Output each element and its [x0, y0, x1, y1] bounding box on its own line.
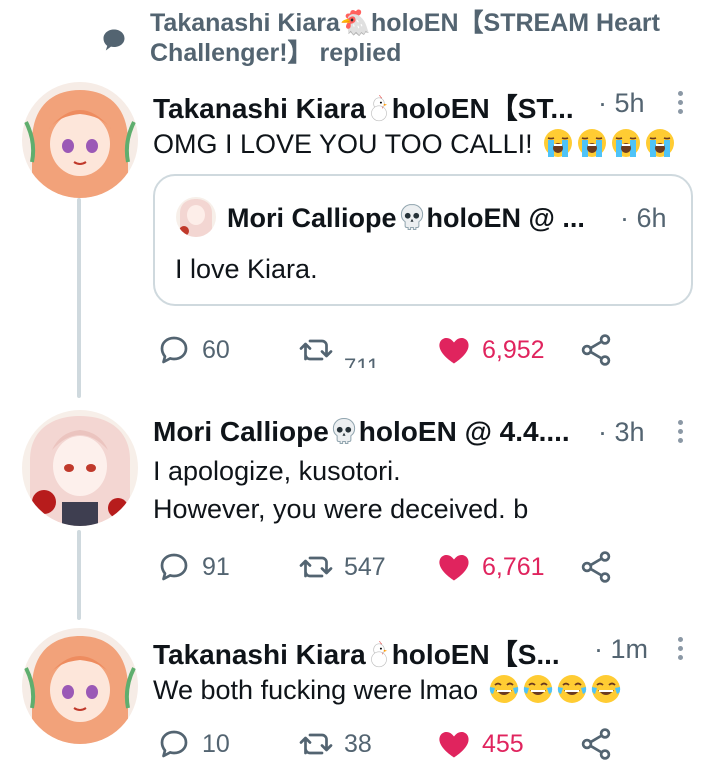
reply-icon: [156, 549, 192, 585]
face-with-tears-of-joy-icon: [488, 673, 520, 705]
loudly-crying-face-icon: [576, 127, 608, 159]
more-options-icon[interactable]: [676, 637, 686, 664]
heart-icon: [436, 549, 472, 585]
avatar[interactable]: [22, 82, 138, 198]
author-name: Mori Calliope: [153, 416, 329, 447]
retweet-icon: [298, 332, 334, 368]
quoted-avatar: [176, 197, 216, 237]
quoted-author: Mori Calliope holoEN @ ...: [227, 202, 585, 234]
loudly-crying-face-icon: [542, 127, 574, 159]
quoted-time: · 6h: [620, 203, 667, 233]
avatar[interactable]: [22, 410, 138, 526]
thread-connector: [77, 530, 81, 620]
like-button[interactable]: 6,761: [436, 549, 545, 585]
quoted-author-suffix: holoEN @ ...: [426, 203, 585, 233]
tweet-text-line-2: However, you were deceived. b: [153, 494, 529, 524]
face-with-tears-of-joy-icon: [590, 673, 622, 705]
heart-icon: [436, 332, 472, 368]
share-icon: [578, 549, 614, 585]
reply-button[interactable]: 91: [156, 549, 230, 585]
quoted-author-name: Mori Calliope: [227, 203, 397, 233]
author-name: Takanashi Kiara: [153, 639, 366, 670]
loudly-crying-face-icon: [644, 127, 676, 159]
retweet-button[interactable]: 38: [298, 726, 372, 762]
quoted-text: I love Kiara.: [175, 254, 318, 284]
chicken-emoji-icon: [366, 639, 392, 669]
share-button[interactable]: [578, 726, 624, 762]
tweet-author[interactable]: Mori Calliope holoEN @ 4.4....: [153, 416, 570, 448]
author-name-suffix: holoEN【ST...: [391, 93, 574, 124]
tweet-author[interactable]: Takanashi Kiara holoEN【S...: [153, 633, 560, 673]
reply-button[interactable]: 60: [156, 332, 230, 368]
reply-context-text[interactable]: Takanashi Kiara🐔holoEN【STREAM Heart Chal…: [150, 8, 690, 68]
retweet-icon: [298, 726, 334, 762]
tweet-time[interactable]: · 1m: [594, 634, 648, 665]
loudly-crying-face-icon: [610, 127, 642, 159]
author-name-suffix: holoEN @ 4.4....: [358, 416, 570, 447]
face-with-tears-of-joy-icon: [556, 673, 588, 705]
avatar[interactable]: [22, 628, 138, 744]
share-icon: [578, 726, 614, 762]
share-button[interactable]: [578, 332, 624, 368]
retweet-button[interactable]: 711: [298, 332, 379, 368]
author-name-suffix: holoEN【S...: [391, 639, 560, 670]
skull-emoji-icon: [397, 202, 427, 232]
quoted-tweet[interactable]: [153, 174, 693, 306]
reply-button[interactable]: 10: [156, 726, 230, 762]
face-with-tears-of-joy-icon: [522, 673, 554, 705]
heart-icon: [436, 726, 472, 762]
thread-connector: [77, 198, 81, 398]
skull-emoji-icon: [329, 416, 359, 446]
tweet-time[interactable]: · 5h: [598, 88, 645, 119]
like-button[interactable]: 6,952: [436, 332, 545, 368]
reply-context-icon: [100, 26, 128, 54]
reply-icon: [156, 332, 192, 368]
share-button[interactable]: [578, 549, 624, 585]
tweet-time[interactable]: · 3h: [598, 417, 645, 448]
retweet-icon: [298, 549, 334, 585]
retweet-button[interactable]: 547: [298, 549, 386, 585]
tweet-author[interactable]: Takanashi Kiara holoEN【ST...: [153, 87, 574, 127]
more-options-icon[interactable]: [676, 91, 686, 118]
chicken-emoji-icon: [366, 93, 392, 123]
reply-icon: [156, 726, 192, 762]
more-options-icon[interactable]: [676, 420, 686, 447]
like-button[interactable]: 455: [436, 726, 524, 762]
tweet-text-line-1: I apologize, kusotori.: [153, 456, 401, 486]
author-name: Takanashi Kiara: [153, 93, 366, 124]
tweet-text: We both fucking were lmao: [153, 673, 622, 707]
tweet-text: OMG I LOVE YOU TOO CALLI!: [153, 127, 676, 161]
share-icon: [578, 332, 614, 368]
